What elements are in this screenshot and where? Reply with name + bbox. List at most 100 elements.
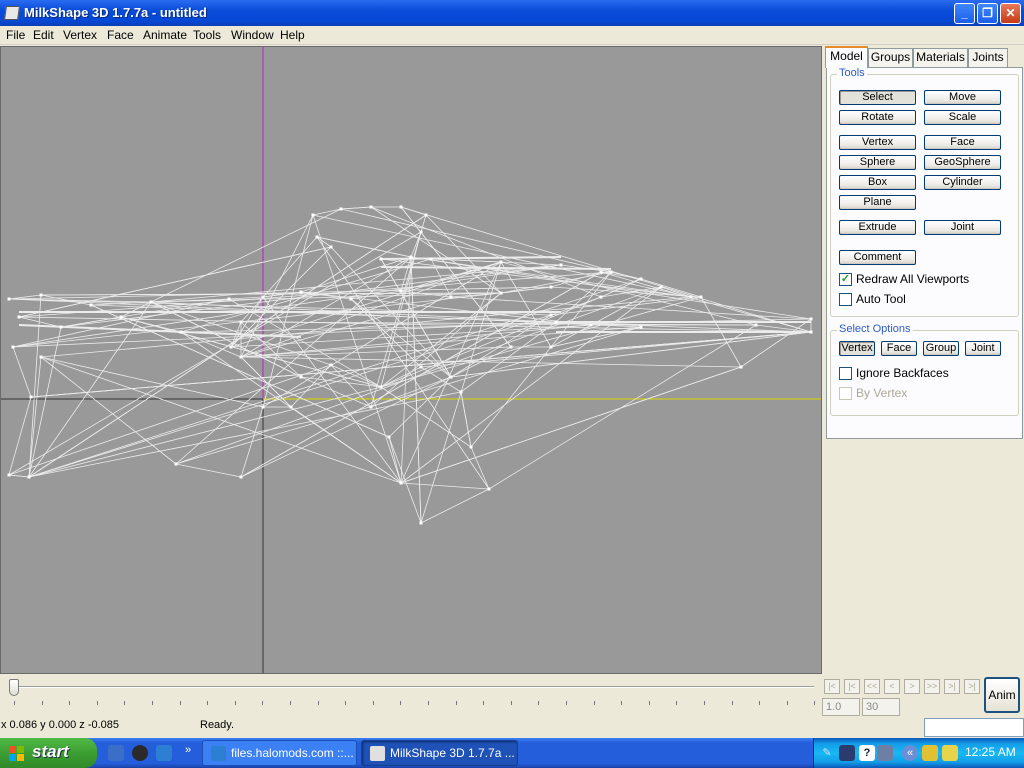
redraw-all-viewports-label: Redraw All Viewports [856, 272, 970, 286]
timeline-tick [179, 701, 181, 705]
speaker-icon[interactable] [877, 745, 893, 761]
select-tool-button[interactable]: Select [839, 90, 916, 105]
taskbar-item-milkshape[interactable]: MilkShape 3D 1.7.7a ... [361, 740, 518, 766]
3d-viewport[interactable] [0, 46, 822, 674]
vertex-point [261, 405, 265, 409]
outlook-express-icon[interactable] [108, 745, 124, 761]
timeline-slider-thumb[interactable] [9, 679, 19, 696]
vertex-tool-button[interactable]: Vertex [839, 135, 916, 150]
timeline-tick [41, 701, 43, 705]
windows-logo-icon [9, 746, 24, 761]
vertex-point [369, 205, 373, 209]
menu-edit[interactable]: Edit [33, 28, 54, 42]
tab-joints[interactable]: Joints [968, 48, 1008, 67]
fast-forward-button[interactable]: >> [924, 679, 940, 694]
plane-tool-button[interactable]: Plane [839, 195, 916, 210]
minimize-button[interactable]: _ [954, 3, 975, 24]
redraw-all-viewports-checkbox[interactable]: ✓ Redraw All Viewports [839, 272, 969, 286]
prev-frame-button[interactable]: < [884, 679, 900, 694]
network-monitor-icon[interactable] [839, 745, 855, 761]
face-tool-button[interactable]: Face [924, 135, 1001, 150]
next-frame-button[interactable]: > [904, 679, 920, 694]
vertex-point [339, 207, 343, 211]
timeline-tick [345, 701, 347, 705]
first-frame-button[interactable]: |< [824, 679, 840, 694]
cylinder-tool-button[interactable]: Cylinder [924, 175, 1001, 190]
timeline-tick [621, 701, 623, 705]
menu-window[interactable]: Window [231, 28, 274, 42]
select-group-button[interactable]: Group [923, 341, 959, 356]
rewind-button[interactable]: << [864, 679, 880, 694]
wire-edge [12, 346, 32, 398]
help-icon[interactable]: ? [859, 745, 875, 761]
internet-explorer-icon[interactable] [156, 745, 172, 761]
menu-animate[interactable]: Animate [143, 28, 187, 42]
wire-edge [230, 261, 502, 348]
timeline-track[interactable] [12, 686, 814, 688]
vertex-point [7, 473, 11, 477]
frame-start-field[interactable]: 1.0 [822, 698, 860, 716]
extrude-tool-button[interactable]: Extrude [839, 220, 916, 235]
last-frame-button[interactable]: >| [964, 679, 980, 694]
box-tool-button[interactable]: Box [839, 175, 916, 190]
tab-materials[interactable]: Materials [913, 48, 968, 67]
frame-end-field[interactable]: 30 [862, 698, 900, 716]
timeline-tick [566, 701, 567, 705]
scale-tool-button[interactable]: Scale [924, 110, 1001, 125]
rotate-tool-button[interactable]: Rotate [839, 110, 916, 125]
close-button[interactable]: ✕ [1000, 3, 1021, 24]
next-key-button[interactable]: >| [944, 679, 960, 694]
vertex-point [311, 213, 315, 217]
menu-face[interactable]: Face [107, 28, 134, 42]
wire-edge [488, 324, 757, 490]
timeline-tick [676, 701, 678, 705]
tools-group-label: Tools [837, 67, 867, 79]
wire-edge [340, 206, 372, 210]
vertex-point [174, 462, 178, 466]
geosphere-tool-button[interactable]: GeoSphere [924, 155, 1001, 170]
comment-tool-button[interactable]: Comment [839, 250, 916, 265]
select-joint-button[interactable]: Joint [965, 341, 1001, 356]
quicklaunch-more-chevron-icon[interactable]: » [180, 742, 196, 758]
lock-icon[interactable] [942, 745, 958, 761]
prev-key-button[interactable]: |< [844, 679, 860, 694]
vertex-point [499, 291, 503, 295]
wire-edge [460, 391, 472, 448]
anim-button[interactable]: Anim [984, 677, 1020, 713]
sphere-tool-button[interactable]: Sphere [839, 155, 916, 170]
security-shield-icon[interactable] [922, 745, 938, 761]
ignore-backfaces-checkbox[interactable]: Ignore Backfaces [839, 366, 949, 380]
vertex-point [429, 257, 433, 261]
timeline-tick [593, 701, 595, 705]
tab-model[interactable]: Model [825, 46, 868, 68]
tab-groups[interactable]: Groups [868, 48, 913, 67]
timeline-tick [207, 701, 209, 705]
menu-tools[interactable]: Tools [193, 28, 221, 42]
media-player-icon[interactable] [132, 745, 148, 761]
vertex-point [449, 295, 453, 299]
by-vertex-label: By Vertex [856, 386, 908, 400]
tray-collapse-icon[interactable]: « [902, 745, 918, 761]
wire-edge [312, 214, 692, 298]
vertex-point [639, 277, 643, 281]
vertex-point [369, 405, 373, 409]
vertex-point [689, 295, 693, 299]
select-vertex-button[interactable]: Vertex [839, 341, 875, 356]
select-options-group: Select Options Vertex Face Group Joint I… [830, 323, 1019, 416]
maximize-button[interactable]: ❐ [977, 3, 998, 24]
pen-tool-icon[interactable]: ✎ [819, 745, 835, 761]
taskbar-item-browser[interactable]: files.halomods.com ::... [202, 740, 357, 766]
move-tool-button[interactable]: Move [924, 90, 1001, 105]
vertex-point [299, 375, 303, 379]
auto-tool-checkbox[interactable]: Auto Tool [839, 292, 906, 306]
menu-help[interactable]: Help [280, 28, 305, 42]
joint-tool-button[interactable]: Joint [924, 220, 1001, 235]
menu-file[interactable]: File [6, 28, 25, 42]
wire-edge [740, 318, 812, 368]
menu-vertex[interactable]: Vertex [63, 28, 97, 42]
vertex-point [409, 255, 413, 259]
vertex-point [89, 303, 93, 307]
vertex-point [549, 313, 553, 317]
select-face-button[interactable]: Face [881, 341, 917, 356]
start-button[interactable]: start [0, 738, 97, 768]
